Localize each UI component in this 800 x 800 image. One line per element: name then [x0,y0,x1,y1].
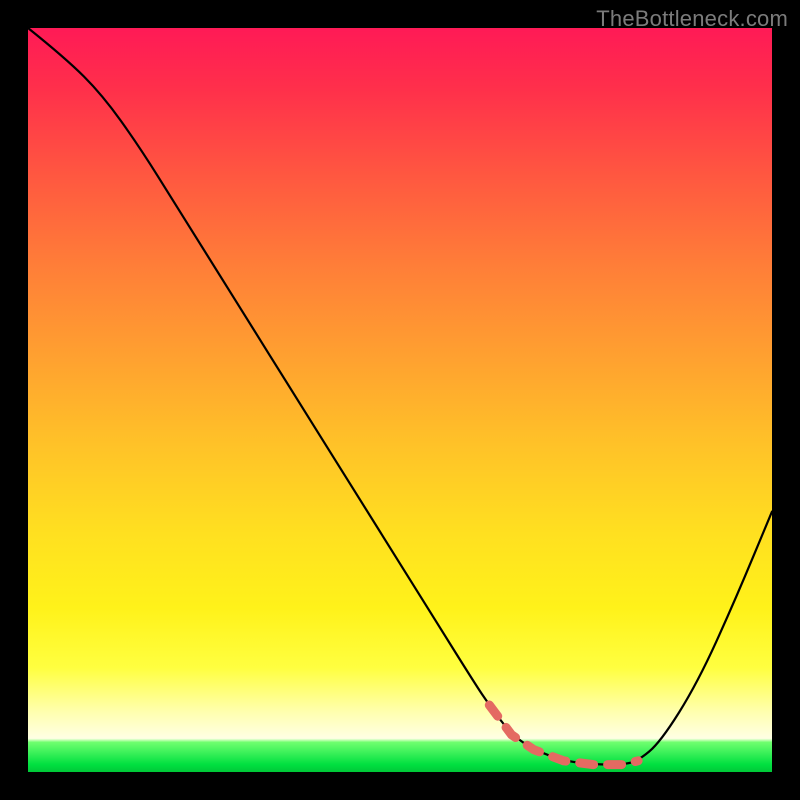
bottleneck-curve [28,28,772,765]
chart-frame: TheBottleneck.com [0,0,800,800]
curve-overlay [28,28,772,772]
optimal-range-dash [489,705,638,765]
